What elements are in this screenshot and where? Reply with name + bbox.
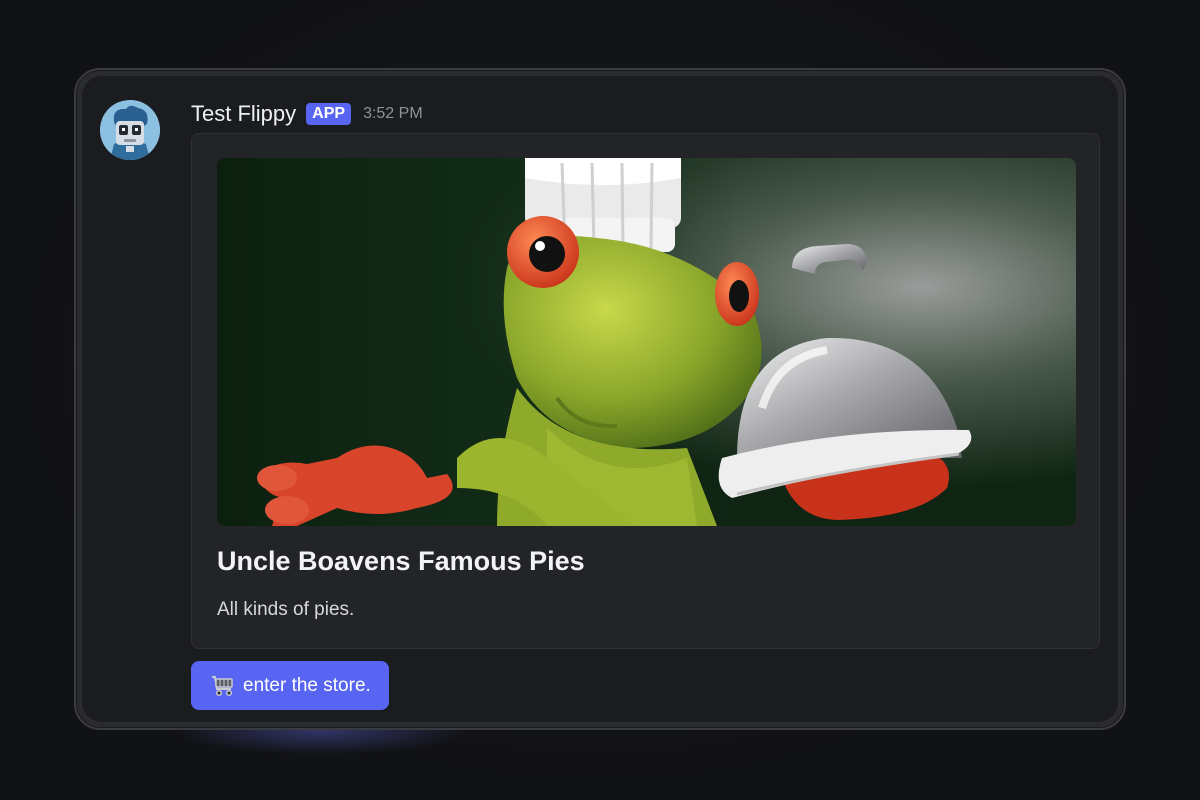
frog-chef-image: [217, 158, 1076, 526]
timestamp: 3:52 PM: [363, 105, 423, 122]
app-badge: APP: [306, 103, 352, 125]
message-header: Test Flippy APP 3:52 PM: [191, 100, 423, 128]
screenshot-stage: Test Flippy APP 3:52 PM Uncle Boavens Fa…: [0, 0, 1200, 800]
chat-window: Test Flippy APP 3:52 PM Uncle Boavens Fa…: [82, 76, 1118, 722]
username[interactable]: Test Flippy: [191, 100, 296, 128]
avatar[interactable]: [100, 100, 160, 160]
embed-image[interactable]: [217, 158, 1076, 526]
enter-store-button[interactable]: enter the store.: [191, 661, 389, 710]
embed-title[interactable]: Uncle Boavens Famous Pies: [217, 544, 585, 578]
robot-avatar-icon: [100, 100, 160, 160]
embed-description: All kinds of pies.: [217, 599, 355, 620]
store-button-label: enter the store.: [243, 674, 371, 696]
shopping-cart-icon: [212, 675, 233, 696]
message-embed: Uncle Boavens Famous Pies All kinds of p…: [191, 133, 1100, 649]
